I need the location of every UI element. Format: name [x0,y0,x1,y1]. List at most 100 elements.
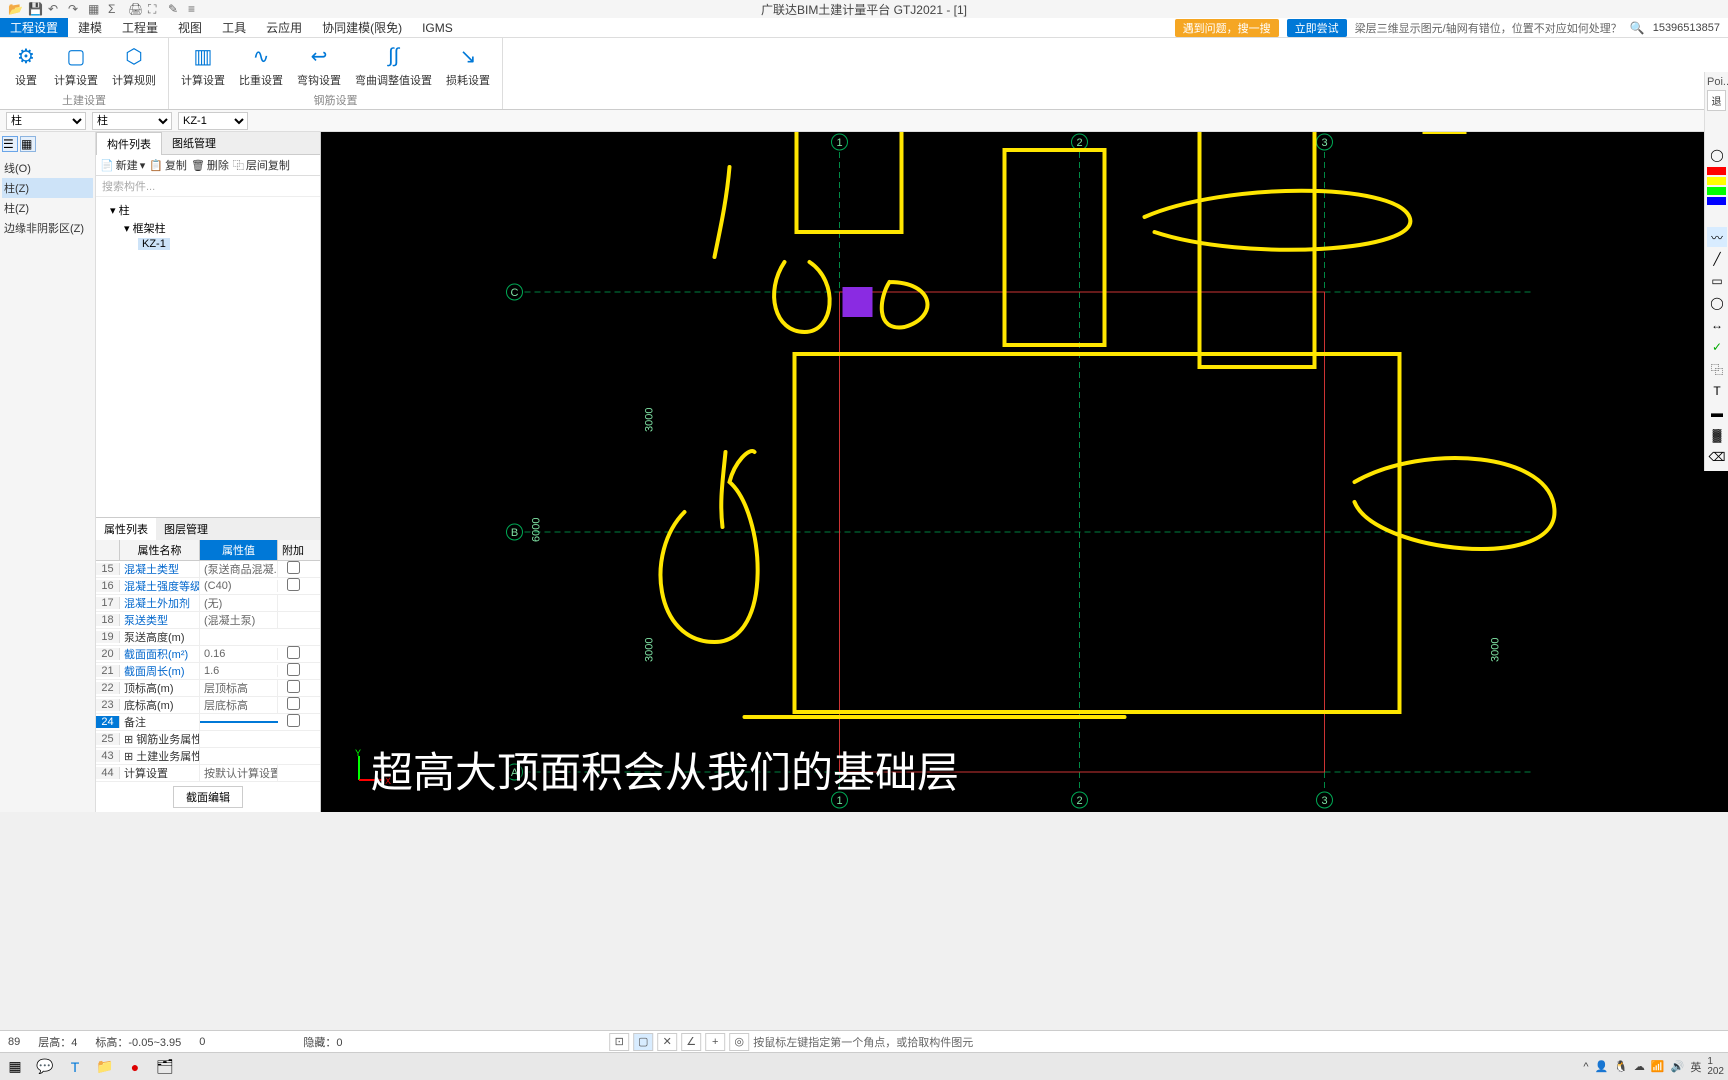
menu-collab[interactable]: 协同建模(限免) [312,18,412,37]
qat-cumulative-icon[interactable]: Σ [108,2,122,16]
taskbar-start-icon[interactable]: ▦ [4,1056,26,1078]
taskbar-record-icon[interactable]: ● [124,1056,146,1078]
tray-cloud-icon[interactable]: ☁ [1634,1060,1645,1073]
grid-mode-icon[interactable]: ▦ [20,136,36,152]
qat-area-icon[interactable]: ▦ [88,2,102,16]
prop-row-18[interactable]: 18泵送类型(混凝土泵) [96,612,320,629]
prop-row-23[interactable]: 23底标高(m)层底标高 [96,697,320,714]
nav-item-column2[interactable]: 柱(Z) [2,198,93,218]
ribbon-bend-adjust-button[interactable]: ∫∫ 弯曲调整值设置 [349,40,438,92]
prop-value[interactable]: 0.16 [200,648,278,660]
prop-extra[interactable] [278,680,308,696]
menu-quantity[interactable]: 工程量 [112,18,168,37]
taskbar-app2-icon[interactable]: 🗂 [154,1056,176,1078]
instance-select[interactable]: KZ-1 [178,112,248,130]
menu-project-settings[interactable]: 工程设置 [0,18,68,37]
snap-plus-icon[interactable]: + [705,1033,725,1051]
ellipse-tool-icon[interactable]: ◯ [1707,293,1727,313]
highlight-tool-icon[interactable]: ▬ [1707,403,1727,423]
prop-checkbox[interactable] [287,561,300,574]
arrow-tool-icon[interactable]: ↔ [1707,315,1727,335]
check-tool-icon[interactable]: ✓ [1707,337,1727,357]
nav-item-column1[interactable]: 柱(Z) [2,178,93,198]
search-help-button[interactable]: 遇到问题，搜一搜 [1175,19,1279,37]
esc-button[interactable]: 退 [1707,90,1726,111]
prop-checkbox[interactable] [287,646,300,659]
snap-target-icon[interactable]: ◎ [729,1033,749,1051]
qat-open-icon[interactable]: 📂 [8,2,22,16]
prop-checkbox[interactable] [287,663,300,676]
line-tool-icon[interactable]: ╱ [1707,249,1727,269]
qat-undo-icon[interactable]: ↶ [48,2,62,16]
prop-value[interactable]: (无) [200,595,278,611]
component-search[interactable]: 搜索构件... [96,176,320,197]
swatch-red[interactable] [1707,167,1726,175]
tab-drawing-mgmt[interactable]: 图纸管理 [162,132,226,154]
swatch-blue[interactable] [1707,197,1726,205]
ribbon-settings-button[interactable]: ⚙ 设置 [6,40,46,92]
prop-row-16[interactable]: 16混凝土强度等级(C40) [96,578,320,595]
text-tool-icon[interactable]: T [1707,381,1727,401]
prop-value[interactable]: (泵送商品混凝... [200,561,278,577]
prop-row-22[interactable]: 22顶标高(m)层顶标高 [96,680,320,697]
ribbon-loss-button[interactable]: ↘ 损耗设置 [440,40,496,92]
taskbar-wechat-icon[interactable]: 💬 [34,1056,56,1078]
copy-button[interactable]: 📋 复制 [149,157,187,173]
prop-checkbox[interactable] [287,714,300,727]
qat-settings-icon[interactable]: ✎ [168,2,182,16]
prop-value[interactable]: 层顶标高 [200,680,278,696]
tab-properties[interactable]: 属性列表 [96,518,156,540]
new-button[interactable]: 📄 新建 ▾ [100,157,145,173]
prop-value[interactable]: 按默认计算设置 [200,765,278,781]
menu-modeling[interactable]: 建模 [68,18,112,37]
menu-igms[interactable]: IGMS [412,18,463,37]
tab-layer-mgmt[interactable]: 图层管理 [156,518,216,540]
prop-row-24[interactable]: 24备注 [96,714,320,731]
tray-people-icon[interactable]: 👤 [1595,1060,1609,1073]
drawing-canvas[interactable]: 1 2 3 1 2 3 C B A 3000 6000 [321,132,1728,812]
prop-extra[interactable] [278,663,308,679]
prop-row-20[interactable]: 20截面面积(m²)0.16 [96,646,320,663]
type2-select[interactable]: 柱 [92,112,172,130]
snap-angle-icon[interactable]: ∠ [681,1033,701,1051]
ribbon-calc-rules-button[interactable]: ⬡ 计算规则 [106,40,162,92]
crop-tool-icon[interactable]: ⿻ [1707,359,1727,379]
prop-value[interactable] [200,721,278,723]
menu-view[interactable]: 视图 [168,18,212,37]
qat-more-icon[interactable]: ≡ [188,2,202,16]
prop-value[interactable]: 层底标高 [200,697,278,713]
prop-row-19[interactable]: 19泵送高度(m) [96,629,320,646]
prop-checkbox[interactable] [287,697,300,710]
swatch-yellow[interactable] [1707,177,1726,185]
qat-redo-icon[interactable]: ↷ [68,2,82,16]
prop-row-21[interactable]: 21截面周长(m)1.6 [96,663,320,680]
tree-child[interactable]: ▾ 框架柱 [100,223,166,235]
circle-tool-icon[interactable]: ◯ [1707,145,1727,165]
list-mode-icon[interactable]: ☰ [2,136,18,152]
try-now-button[interactable]: 立即尝试 [1287,19,1347,37]
ribbon-calc-settings-button[interactable]: ▢ 计算设置 [48,40,104,92]
tree-item-kz1[interactable]: KZ-1 [138,238,170,250]
tray-wifi-icon[interactable]: 📶 [1651,1060,1665,1073]
prop-checkbox[interactable] [287,578,300,591]
menu-tools[interactable]: 工具 [212,18,256,37]
snap-rect-icon[interactable]: ▢ [633,1033,653,1051]
prop-value[interactable]: 1.6 [200,665,278,677]
prop-extra[interactable] [278,714,308,730]
tray-penguin-icon[interactable]: 🐧 [1614,1060,1628,1073]
type1-select[interactable]: 柱 [6,112,86,130]
ribbon-rebar-calc-button[interactable]: ▥ 计算设置 [175,40,231,92]
prop-value[interactable]: (混凝土泵) [200,612,278,628]
ribbon-weight-button[interactable]: ∿ 比重设置 [233,40,289,92]
nav-item-line[interactable]: 线(O) [2,158,93,178]
menu-cloud[interactable]: 云应用 [256,18,312,37]
tray-ime[interactable]: 英 [1690,1059,1701,1075]
tree-root[interactable]: ▾ 柱 [100,205,130,217]
swatch-green[interactable] [1707,187,1726,195]
tray-sound-icon[interactable]: 🔊 [1671,1060,1685,1073]
snap-endpoint-icon[interactable]: ⊡ [609,1033,629,1051]
prop-checkbox[interactable] [287,680,300,693]
tray-up-icon[interactable]: ^ [1583,1061,1588,1073]
tab-component-list[interactable]: 构件列表 [96,132,162,155]
prop-extra[interactable] [278,578,308,594]
